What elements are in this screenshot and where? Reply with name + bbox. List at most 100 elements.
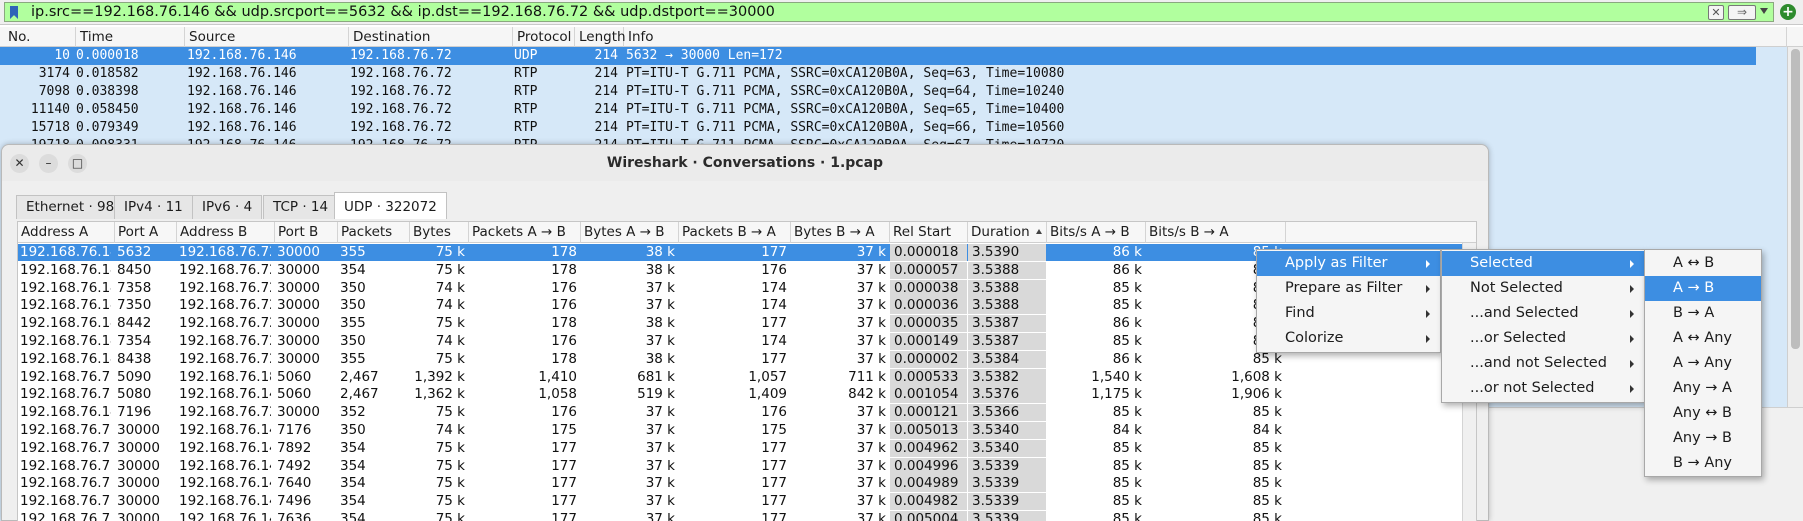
tab-ipv6-4[interactable]: IPv6 · 4 <box>192 195 263 219</box>
cell-bytes-a-b: 37 k <box>645 297 675 314</box>
bookmark-icon[interactable] <box>10 6 18 19</box>
conversation-row[interactable]: 192.168.76.72 30000 192.168.76.146 7496 354 7… <box>18 493 1468 511</box>
menu-item-colorize[interactable]: Colorize <box>1257 326 1440 351</box>
packet-row[interactable]: 3174 0.018582 192.168.76.146 192.168.76.72 R… <box>0 65 1756 83</box>
cell-address-a: 192.168.76.146 <box>20 404 111 421</box>
packet-column-header-length[interactable]: Length <box>575 27 626 47</box>
packet-column-header-protocol[interactable]: Protocol <box>513 27 575 47</box>
cell-packets-a-b: 178 <box>551 350 577 367</box>
menu-item-not-selected[interactable]: Not Selected <box>1442 276 1644 301</box>
packet-list-scrollbar[interactable] <box>1787 47 1803 407</box>
packet-column-header-time[interactable]: Time <box>76 27 185 47</box>
conversation-row[interactable]: 192.168.76.72 5090 192.168.76.185 5060 2,467… <box>18 368 1468 386</box>
column-header-packets[interactable]: Packets <box>338 222 410 243</box>
menu-item-label: ...or not Selected <box>1470 380 1595 396</box>
cell-address-b: 192.168.76.146 <box>179 422 271 438</box>
clear-filter-icon[interactable]: ✕ <box>1708 5 1724 20</box>
packet-cell-no: 11140 <box>30 102 70 117</box>
menu-item-selected[interactable]: Selected <box>1442 251 1644 276</box>
column-header-bytes-b-a[interactable]: Bytes B → A <box>791 222 890 243</box>
cell-bytes: 75 k <box>435 404 465 421</box>
conversation-row[interactable]: 192.168.76.72 30000 192.168.76.146 7492 354 7… <box>18 457 1468 475</box>
cell-bits-s-a-b: 85 k <box>1112 297 1142 314</box>
column-header-rel-start[interactable]: Rel Start <box>890 222 968 243</box>
menu-item-or-selected[interactable]: ...or Selected <box>1442 326 1644 351</box>
packet-row[interactable]: 7098 0.038398 192.168.76.146 192.168.76.72 R… <box>0 83 1756 101</box>
menu-item-a-b[interactable]: A → B <box>1645 276 1761 301</box>
conversation-row[interactable]: 192.168.76.72 30000 192.168.76.146 7176 350 7… <box>18 422 1468 439</box>
menu-item-prepare-as-filter[interactable]: Prepare as Filter <box>1257 276 1440 301</box>
tab-ethernet-98[interactable]: Ethernet · 98 <box>16 195 125 219</box>
menu-item-any-b[interactable]: Any ↔ B <box>1645 401 1761 426</box>
packet-row[interactable]: 11140 0.058450 192.168.76.146 192.168.76.72… <box>0 101 1756 119</box>
menu-item-any-b[interactable]: Any → B <box>1645 426 1761 451</box>
cell-port-b: 7496 <box>277 493 312 510</box>
menu-item-any-a[interactable]: Any → A <box>1645 376 1761 401</box>
column-header-bits-s-b-a[interactable]: Bits/s B → A <box>1146 222 1286 243</box>
cell-bytes-b-a: 37 k <box>856 333 886 349</box>
column-header-packets-b-a[interactable]: Packets B → A <box>679 222 791 243</box>
menu-item-find[interactable]: Find <box>1257 301 1440 326</box>
cell-bytes-a-b: 37 k <box>645 439 675 456</box>
conversation-row[interactable]: 192.168.76.146 8438 192.168.76.72 30000 355 7… <box>18 350 1468 368</box>
cell-bytes-b-a: 37 k <box>856 404 886 421</box>
menu-item-b-any[interactable]: B → Any <box>1645 451 1761 476</box>
menu-item-a-b[interactable]: A ↔ B <box>1645 251 1761 276</box>
menu-item-and-not-selected[interactable]: ...and not Selected <box>1442 351 1644 376</box>
tab-ipv4-11[interactable]: IPv4 · 11 <box>114 195 193 219</box>
menu-item-a-any[interactable]: A → Any <box>1645 351 1761 376</box>
tab-tcp-14[interactable]: TCP · 14 <box>263 195 339 219</box>
apply-filter-icon[interactable]: ⇒ <box>1728 5 1756 20</box>
packet-cell-dst: 192.168.76.72 <box>350 120 452 135</box>
conversation-row[interactable]: 192.168.76.72 5080 192.168.76.146 5060 2,467… <box>18 386 1468 404</box>
packet-list-scrollbar-thumb[interactable] <box>1791 49 1800 349</box>
conversation-row[interactable]: 192.168.76.146 7354 192.168.76.72 30000 350 7… <box>18 333 1468 350</box>
display-filter-input[interactable]: ip.src==192.168.76.146 && udp.srcport==5… <box>4 2 1774 22</box>
column-header-packets-a-b[interactable]: Packets A → B <box>469 222 581 243</box>
menu-item-apply-as-filter[interactable]: Apply as Filter <box>1257 251 1440 276</box>
conversation-row[interactable]: 192.168.76.146 8450 192.168.76.72 30000 354 7… <box>18 261 1468 279</box>
conversation-row[interactable]: 192.168.76.146 5632 192.168.76.72 30000 355 7… <box>18 244 1468 261</box>
cell-address-a: 192.168.76.72 <box>20 422 111 438</box>
column-header-bytes[interactable]: Bytes <box>410 222 469 243</box>
packet-row[interactable]: 15718 0.079349 192.168.76.146 192.168.76.72… <box>0 119 1756 137</box>
cell-port-a: 8442 <box>117 315 152 332</box>
menu-item-label: ...and Selected <box>1470 305 1579 321</box>
conversation-row[interactable]: 192.168.76.146 7350 192.168.76.72 30000 350 7… <box>18 297 1468 315</box>
packet-cell-proto: RTP <box>514 120 538 135</box>
column-header-port-a[interactable]: Port A <box>115 222 177 243</box>
conversation-row[interactable]: 192.168.76.146 7196 192.168.76.72 30000 352 7… <box>18 404 1468 422</box>
cell-address-a: 192.168.76.146 <box>20 244 111 260</box>
column-header-address-a[interactable]: Address A <box>18 222 115 243</box>
packet-column-header-source[interactable]: Source <box>185 27 349 47</box>
column-header-bytes-a-b[interactable]: Bytes A → B <box>581 222 679 243</box>
menu-item-or-not-selected[interactable]: ...or not Selected <box>1442 376 1644 401</box>
cell-packets-b-a: 177 <box>761 511 787 521</box>
tab-udp-322072[interactable]: UDP · 322072 <box>334 192 447 219</box>
column-header-port-b[interactable]: Port B <box>275 222 338 243</box>
cell-packets-b-a: 176 <box>761 404 787 421</box>
cell-bits-s-a-b: 1,175 k <box>1091 386 1142 403</box>
cell-rel-start: 0.000533 <box>890 368 967 386</box>
conversation-row[interactable]: 192.168.76.72 30000 192.168.76.146 7636 354 7… <box>18 511 1468 521</box>
packet-column-header-no[interactable]: No. <box>4 27 76 47</box>
packet-column-header-destination[interactable]: Destination <box>349 27 513 47</box>
conversation-row[interactable]: 192.168.76.72 30000 192.168.76.146 7640 354 7… <box>18 475 1468 493</box>
filter-history-dropdown-icon[interactable] <box>1760 8 1768 14</box>
display-filter-text[interactable]: ip.src==192.168.76.146 && udp.srcport==5… <box>31 4 775 20</box>
conversation-row[interactable]: 192.168.76.146 8442 192.168.76.72 30000 355 7… <box>18 315 1468 333</box>
menu-item-a-any[interactable]: A ↔ Any <box>1645 326 1761 351</box>
column-header-duration[interactable]: Duration <box>968 222 1047 243</box>
conversation-row[interactable]: 192.168.76.72 30000 192.168.76.146 7892 354 7… <box>18 439 1468 457</box>
column-header-address-b[interactable]: Address B <box>177 222 275 243</box>
add-filter-button-icon[interactable]: + <box>1780 4 1796 20</box>
cell-bits-s-b-a: 85 k <box>1252 404 1282 421</box>
conversation-row[interactable]: 192.168.76.146 7358 192.168.76.72 30000 350 7… <box>18 279 1468 297</box>
packet-cell-dst: 192.168.76.72 <box>350 84 452 99</box>
column-header-bits-s-a-b[interactable]: Bits/s A → B <box>1047 222 1146 243</box>
menu-item-and-selected[interactable]: ...and Selected <box>1442 301 1644 326</box>
packet-cell-info: 5632 → 30000 Len=172 <box>626 48 783 63</box>
menu-item-b-a[interactable]: B → A <box>1645 301 1761 326</box>
packet-column-header-info[interactable]: Info <box>624 27 1787 47</box>
packet-row[interactable]: 10 0.000018 192.168.76.146 192.168.76.72 UDP… <box>0 47 1756 65</box>
